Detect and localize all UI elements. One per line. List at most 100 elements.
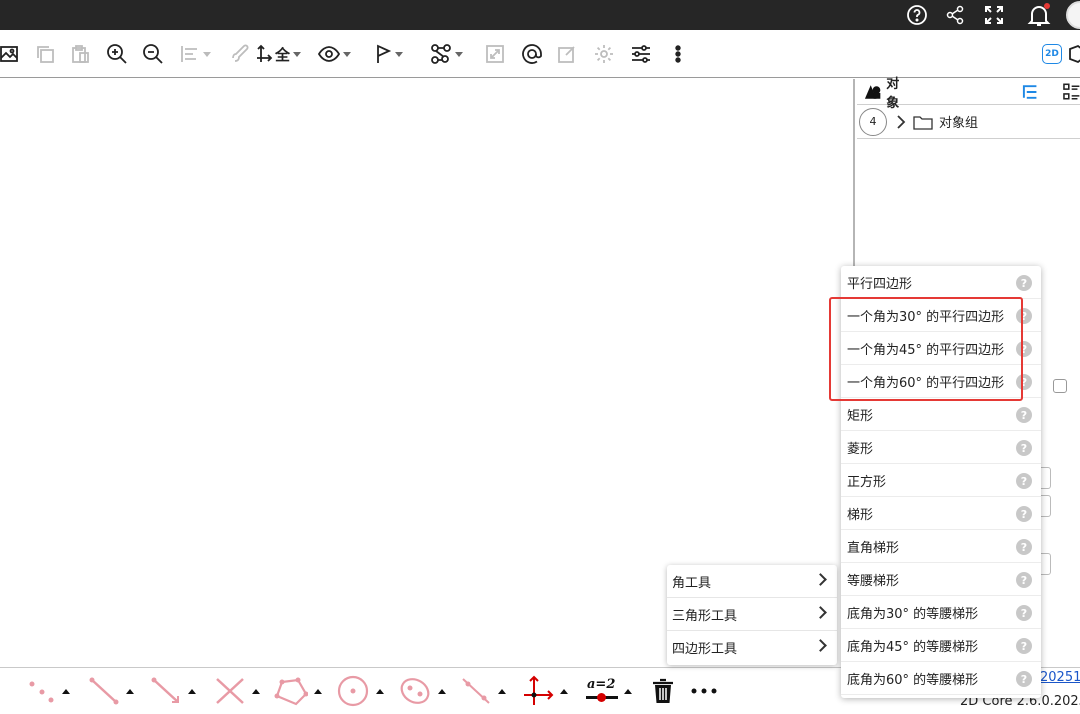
assign-label: a=2: [587, 677, 616, 692]
menu-item-label: 梯形: [847, 507, 874, 523]
brush-icon[interactable]: [232, 42, 252, 66]
axis-icon[interactable]: 全: [255, 42, 302, 66]
menu-item-quadrilateral-tools[interactable]: 四边形工具: [667, 631, 837, 664]
ray-icon[interactable]: [150, 674, 196, 708]
eye-icon[interactable]: [318, 42, 351, 66]
version-link[interactable]: 20251: [1040, 670, 1080, 685]
circle-icon[interactable]: [336, 674, 384, 708]
help-icon[interactable]: ?: [1016, 407, 1032, 423]
menu-item-label: 三角形工具: [672, 608, 738, 624]
object-count-badge: 4: [859, 107, 887, 136]
menu-item-label: 底角为30° 的等腰梯形: [847, 606, 979, 622]
folder-icon: [913, 115, 933, 130]
menu-item-label: 一个角为45° 的平行四边形: [847, 342, 1005, 358]
line-icon[interactable]: [460, 674, 506, 708]
object-group-row[interactable]: 4 对象组: [857, 105, 1080, 139]
image-icon[interactable]: [0, 42, 18, 66]
trash-icon[interactable]: [650, 674, 676, 708]
help-icon[interactable]: ?: [1016, 605, 1032, 621]
shape-parallelogram-30[interactable]: 一个角为30° 的平行四边形?: [841, 299, 1041, 332]
menu-item-angle-tools[interactable]: 角工具: [667, 565, 837, 598]
top-bar: [0, 0, 1080, 30]
menu-item-label: 角工具: [672, 575, 712, 591]
paste-icon[interactable]: [70, 42, 90, 66]
menu-item-label: 菱形: [847, 441, 874, 457]
select-all-label: 全: [275, 45, 291, 64]
objects-panel-header: 对象: [857, 77, 1080, 111]
shape-isosceles-trapezoid-60[interactable]: 底角为60° 的等腰梯形?: [841, 662, 1041, 695]
menu-item-label: 矩形: [847, 408, 874, 424]
zoom-out-icon[interactable]: [142, 42, 164, 66]
cube-icon[interactable]: [1068, 42, 1080, 66]
more-horizontal-icon[interactable]: [690, 674, 718, 708]
help-icon[interactable]: ?: [1016, 671, 1032, 687]
share-icon[interactable]: [942, 2, 968, 28]
menu-item-label: 直角梯形: [847, 540, 900, 556]
quadrilateral-shape-menu: 平行四边形? 一个角为30° 的平行四边形? 一个角为45° 的平行四边形? 一…: [841, 266, 1041, 698]
chevron-right-icon: [814, 573, 827, 586]
points-icon[interactable]: [26, 674, 70, 708]
help-icon[interactable]: ?: [1016, 572, 1032, 588]
menu-item-label: 底角为60° 的等腰梯形: [847, 672, 979, 688]
help-icon[interactable]: ?: [1016, 308, 1032, 324]
graph-icon[interactable]: [430, 42, 463, 66]
help-icon[interactable]: ?: [1016, 341, 1032, 357]
help-icon[interactable]: ?: [1016, 275, 1032, 291]
polygon-icon[interactable]: [274, 674, 322, 708]
tool-category-menu: 角工具 三角形工具 四边形工具: [667, 565, 837, 665]
help-icon[interactable]: ?: [1016, 473, 1032, 489]
menu-item-label: 平行四边形: [847, 276, 913, 292]
intersect-icon[interactable]: [214, 674, 260, 708]
help-icon[interactable]: ?: [1016, 440, 1032, 456]
zoom-in-icon[interactable]: [106, 42, 128, 66]
axes-icon[interactable]: [522, 674, 568, 708]
shape-trapezoid[interactable]: 梯形?: [841, 497, 1041, 530]
menu-item-label: 一个角为60° 的平行四边形: [847, 375, 1005, 391]
shape-right-trapezoid[interactable]: 直角梯形?: [841, 530, 1041, 563]
flag-icon[interactable]: [376, 42, 403, 66]
list-view-icon[interactable]: [1062, 83, 1080, 101]
menu-item-triangle-tools[interactable]: 三角形工具: [667, 598, 837, 631]
chevron-right-icon: [814, 639, 827, 652]
shape-isosceles-trapezoid-30[interactable]: 底角为30° 的等腰梯形?: [841, 596, 1041, 629]
gear-icon[interactable]: [593, 42, 615, 66]
help-icon[interactable]: ?: [1016, 539, 1032, 555]
chevron-right-icon: [814, 606, 827, 619]
main-toolbar: 全: [0, 30, 1080, 78]
shape-parallelogram-60[interactable]: 一个角为60° 的平行四边形?: [841, 365, 1041, 398]
menu-item-label: 等腰梯形: [847, 573, 900, 589]
shape-rectangle[interactable]: 矩形?: [841, 398, 1041, 431]
at-icon[interactable]: [521, 42, 543, 66]
bell-icon[interactable]: [1024, 2, 1054, 28]
fullscreen-icon[interactable]: [981, 2, 1007, 28]
menu-item-label: 底角为45° 的等腰梯形: [847, 639, 979, 655]
help-icon[interactable]: ?: [1016, 374, 1032, 390]
shape-isosceles-trapezoid[interactable]: 等腰梯形?: [841, 563, 1041, 596]
avatar[interactable]: [1066, 1, 1080, 29]
shape-isosceles-trapezoid-45[interactable]: 底角为45° 的等腰梯形?: [841, 629, 1041, 662]
tree-view-icon[interactable]: [1021, 84, 1038, 100]
more-vertical-icon[interactable]: [672, 42, 684, 66]
assign-icon[interactable]: a=2: [586, 674, 632, 708]
menu-item-label: 一个角为30° 的平行四边形: [847, 309, 1005, 325]
copy-icon[interactable]: [35, 42, 55, 66]
sliders-icon[interactable]: [630, 42, 652, 66]
menu-item-label: 正方形: [847, 474, 887, 490]
edit-icon[interactable]: [557, 42, 577, 66]
ellipse-icon[interactable]: [398, 674, 446, 708]
shapes-icon: [864, 84, 881, 99]
help-circle-icon[interactable]: [904, 2, 930, 28]
edit-icon[interactable]: [1053, 379, 1067, 393]
segment-icon[interactable]: [88, 674, 134, 708]
view-2d-badge[interactable]: 2D: [1042, 44, 1062, 64]
shape-square[interactable]: 正方形?: [841, 464, 1041, 497]
expand-icon[interactable]: [485, 42, 505, 66]
shape-parallelogram-45[interactable]: 一个角为45° 的平行四边形?: [841, 332, 1041, 365]
shape-rhombus[interactable]: 菱形?: [841, 431, 1041, 464]
help-icon[interactable]: ?: [1016, 506, 1032, 522]
shape-parallelogram[interactable]: 平行四边形?: [841, 266, 1041, 299]
menu-item-label: 四边形工具: [672, 642, 738, 657]
chevron-right-icon[interactable]: [895, 114, 907, 130]
align-icon[interactable]: [180, 42, 211, 66]
help-icon[interactable]: ?: [1016, 638, 1032, 654]
